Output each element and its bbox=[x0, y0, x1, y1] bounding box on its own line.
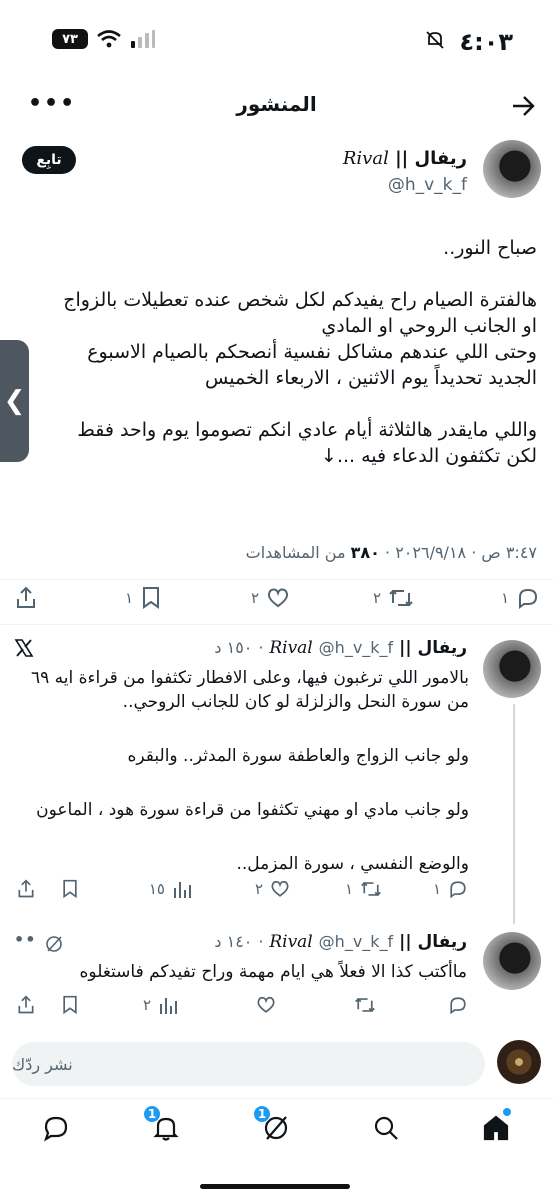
retweet-icon bbox=[389, 589, 413, 607]
follow-button[interactable]: تابِع bbox=[22, 146, 76, 174]
battery-icon: ٧٣ bbox=[52, 29, 88, 49]
reply-input[interactable]: نشر ردّك bbox=[12, 1042, 485, 1086]
status-icons: ٧٣ bbox=[52, 29, 156, 49]
message-icon bbox=[44, 1116, 68, 1142]
grok-icon bbox=[46, 936, 62, 952]
avatar[interactable] bbox=[483, 640, 541, 698]
bottom-nav: 1 1 bbox=[0, 1098, 553, 1158]
avatar[interactable] bbox=[483, 932, 541, 990]
nav-messages[interactable] bbox=[39, 1111, 73, 1145]
author-name-sep: || bbox=[395, 148, 409, 169]
reply-handle: @h_v_k_f bbox=[318, 638, 394, 657]
author-name-ar: ريفال bbox=[414, 148, 467, 169]
tweet-line: واللي مايقدر هالثلاثة أيام عادي انكم تصو… bbox=[77, 419, 537, 441]
bookmark-button[interactable]: ١ bbox=[125, 585, 163, 611]
bookmark-icon bbox=[63, 879, 77, 899]
reply-text: بالامور اللي ترغبون فيها، وعلى الافطار ت… bbox=[31, 668, 469, 874]
author-name-latin: Rival bbox=[342, 148, 389, 169]
reply-author[interactable]: ريفال || Rival @h_v_k_f · ١٥٠ د bbox=[214, 638, 467, 658]
retweet-button[interactable]: ٢ bbox=[373, 585, 415, 611]
bookmark-icon bbox=[143, 587, 159, 609]
tweet-line: لكن تكثفون الدعاء فيه ...↓ bbox=[321, 445, 537, 467]
heart-icon bbox=[257, 996, 275, 1013]
nav-search[interactable] bbox=[369, 1111, 403, 1145]
reply-button[interactable]: ١ bbox=[433, 878, 469, 900]
like-button[interactable]: ٢ bbox=[255, 878, 291, 900]
share-icon bbox=[17, 586, 35, 608]
views-button[interactable]: ١٥ bbox=[149, 878, 193, 900]
reply-icon bbox=[519, 588, 538, 609]
reply-text: ماأكتب كذا الا فعلاً هي ايام مهمة وراح ت… bbox=[79, 962, 467, 982]
share-button[interactable] bbox=[16, 994, 36, 1016]
retweet-icon bbox=[361, 881, 381, 897]
reply-actions: ١ ١ ٢ ١٥ bbox=[0, 874, 553, 904]
heart-icon bbox=[271, 880, 289, 897]
page-title: المنشور bbox=[236, 92, 317, 116]
wifi-icon bbox=[97, 30, 121, 48]
avatar[interactable] bbox=[483, 140, 541, 198]
like-button[interactable] bbox=[255, 994, 277, 1016]
bookmark-button[interactable] bbox=[60, 878, 80, 900]
search-icon bbox=[374, 1116, 398, 1140]
heart-icon bbox=[267, 588, 289, 608]
reply-age: ١٥٠ د bbox=[214, 638, 253, 657]
reply-handle: @h_v_k_f bbox=[318, 932, 394, 951]
reply-button[interactable] bbox=[447, 994, 469, 1016]
reply-button[interactable]: ١ bbox=[501, 585, 541, 611]
tweet-line: هالفترة الصيام راح يفيدكم لكل شخص عنده ت… bbox=[63, 289, 537, 311]
reply-icon bbox=[450, 997, 466, 1015]
tweet-time: ٣:٤٧ ص bbox=[481, 543, 537, 562]
author-handle[interactable]: @h_v_k_f bbox=[388, 175, 467, 195]
grok-badge: 1 bbox=[253, 1105, 271, 1123]
bookmark-button[interactable] bbox=[60, 994, 80, 1016]
tweet-meta: ٣:٤٧ ص · ٢٠٢٦/٩/١٨ · ٣٨٠ من المشاهدات bbox=[245, 543, 537, 562]
retweet-button[interactable]: ١ bbox=[345, 878, 383, 900]
like-button[interactable]: ٢ bbox=[251, 585, 291, 611]
views-label: من المشاهدات bbox=[245, 543, 346, 562]
reply-placeholder: نشر ردّك bbox=[12, 1054, 73, 1074]
more-options-icon[interactable]: •• bbox=[14, 930, 36, 949]
bookmark-icon bbox=[63, 995, 77, 1015]
nav-home[interactable] bbox=[479, 1108, 513, 1145]
more-options-icon[interactable]: ••• bbox=[28, 93, 76, 115]
retweet-icon bbox=[355, 997, 375, 1013]
share-icon bbox=[18, 879, 34, 898]
share-button[interactable] bbox=[14, 585, 38, 611]
my-avatar[interactable] bbox=[497, 1040, 541, 1084]
signal-icon bbox=[131, 30, 155, 48]
reply-author[interactable]: ريفال || Rival @h_v_k_f · ١٤٠ د bbox=[214, 932, 467, 952]
retweet-button[interactable] bbox=[353, 994, 377, 1016]
share-icon bbox=[18, 995, 34, 1014]
side-panel-handle[interactable]: ❮ bbox=[0, 340, 29, 462]
analytics-icon bbox=[160, 998, 177, 1014]
tweet-text: صباح النور.. هالفترة الصيام راح يفيدكم ل… bbox=[14, 235, 537, 469]
views-count: ٣٨٠ bbox=[350, 543, 380, 562]
tweet-line: صباح النور.. bbox=[443, 237, 537, 259]
chevron-left-icon: ❮ bbox=[3, 386, 26, 416]
back-arrow-icon[interactable] bbox=[509, 92, 537, 120]
mute-icon bbox=[426, 31, 444, 49]
share-button[interactable] bbox=[16, 878, 36, 900]
home-icon bbox=[483, 1115, 509, 1141]
tweet-actions: ١ ٢ ٢ ١ bbox=[0, 583, 553, 613]
tweet-line: وحتى اللي عندهم مشاكل نفسية أنصحكم بالصي… bbox=[87, 341, 537, 363]
author-name[interactable]: ريفال || Rival bbox=[343, 148, 467, 169]
tweet-line: الجديد تحديداً يوم الاثنين ، الاربعاء ال… bbox=[205, 367, 537, 389]
tweet-line: او الجانب الروحي او المادي bbox=[321, 315, 537, 337]
nav-grok[interactable]: 1 bbox=[253, 1105, 293, 1145]
x-logo-icon bbox=[14, 639, 34, 657]
home-dot bbox=[503, 1108, 511, 1116]
reply-actions: ٢ bbox=[0, 990, 553, 1020]
status-time: ٤:٠٣ bbox=[459, 28, 513, 56]
tweet-date: ٢٠٢٦/٩/١٨ bbox=[395, 543, 467, 562]
views-button[interactable]: ٢ bbox=[143, 994, 179, 1016]
analytics-icon bbox=[174, 882, 191, 898]
reply-age: ١٤٠ د bbox=[214, 932, 253, 951]
home-indicator bbox=[200, 1184, 350, 1189]
nav-notifications[interactable]: 1 bbox=[143, 1105, 183, 1145]
notifications-badge: 1 bbox=[143, 1105, 161, 1123]
reply-icon bbox=[450, 881, 466, 899]
